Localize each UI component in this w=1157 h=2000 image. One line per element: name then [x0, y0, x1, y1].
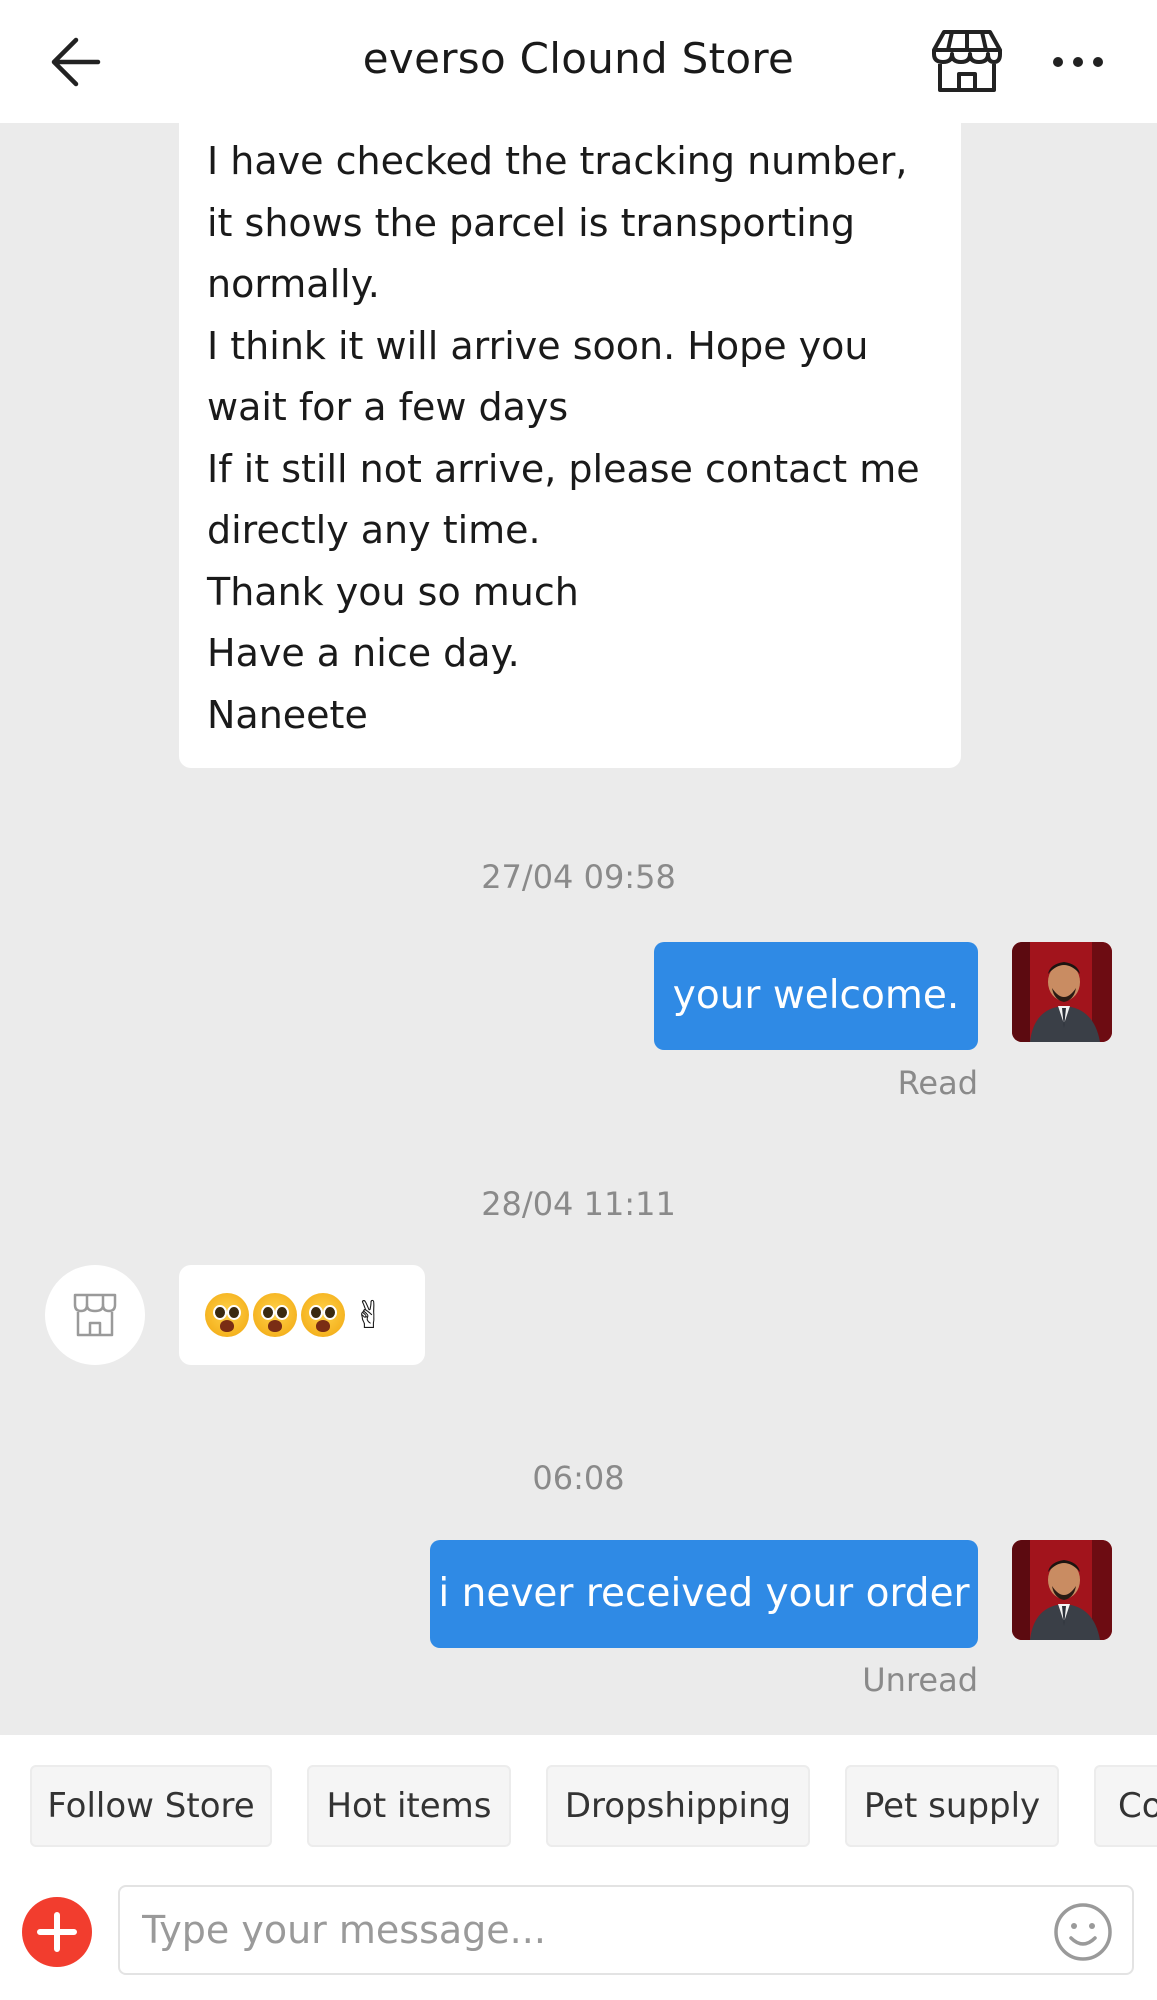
crying-face-icon — [301, 1293, 345, 1337]
crying-face-icon — [205, 1293, 249, 1337]
chat-screen: everso Clound Store I have checked the t… — [0, 0, 1157, 2000]
quick-reply-bar[interactable]: Follow Store Hot items Dropshipping Pet … — [0, 1765, 1157, 1849]
quick-reply-pet-supply[interactable]: Pet supply — [845, 1765, 1059, 1847]
more-horizontal-icon — [1053, 57, 1103, 67]
add-attachment-button[interactable] — [22, 1897, 92, 1967]
storefront-icon — [932, 30, 1002, 92]
user-avatar-image — [1012, 1540, 1112, 1640]
user-message-bubble[interactable]: i never received your order — [430, 1540, 978, 1648]
more-options-button[interactable] — [1048, 40, 1108, 84]
message-input-container — [118, 1885, 1134, 1975]
victory-hand-icon: ✌ — [353, 1293, 385, 1337]
message-input[interactable] — [142, 1899, 1022, 1961]
crying-face-icon — [253, 1293, 297, 1337]
quick-reply-follow-store[interactable]: Follow Store — [30, 1765, 272, 1847]
composer-area: Follow Store Hot items Dropshipping Pet … — [0, 1735, 1157, 2000]
top-bar: everso Clound Store — [0, 0, 1157, 123]
user-avatar-image — [1012, 942, 1112, 1042]
message-timestamp: 06:08 — [532, 1459, 625, 1497]
store-avatar[interactable] — [45, 1265, 145, 1365]
message-timestamp: 28/04 11:11 — [481, 1185, 676, 1223]
store-button[interactable] — [930, 28, 1004, 94]
user-avatar[interactable] — [1012, 942, 1112, 1042]
emoji-button[interactable] — [1052, 1901, 1114, 1963]
smiley-icon — [1054, 1903, 1112, 1961]
quick-reply-more[interactable]: Co — [1094, 1765, 1157, 1847]
quick-reply-hot-items[interactable]: Hot items — [307, 1765, 511, 1847]
message-timestamp: 27/04 09:58 — [481, 858, 676, 896]
read-status: Read — [897, 1064, 978, 1102]
store-message-bubble[interactable]: I have checked the tracking number, it s… — [179, 105, 961, 768]
store-emoji-message[interactable]: ✌ — [179, 1265, 425, 1365]
plus-circle-icon — [37, 1912, 77, 1952]
storefront-icon — [73, 1293, 117, 1337]
user-avatar[interactable] — [1012, 1540, 1112, 1640]
user-message-bubble[interactable]: your welcome. — [654, 942, 978, 1050]
quick-reply-dropshipping[interactable]: Dropshipping — [546, 1765, 810, 1847]
unread-status: Unread — [862, 1661, 978, 1699]
